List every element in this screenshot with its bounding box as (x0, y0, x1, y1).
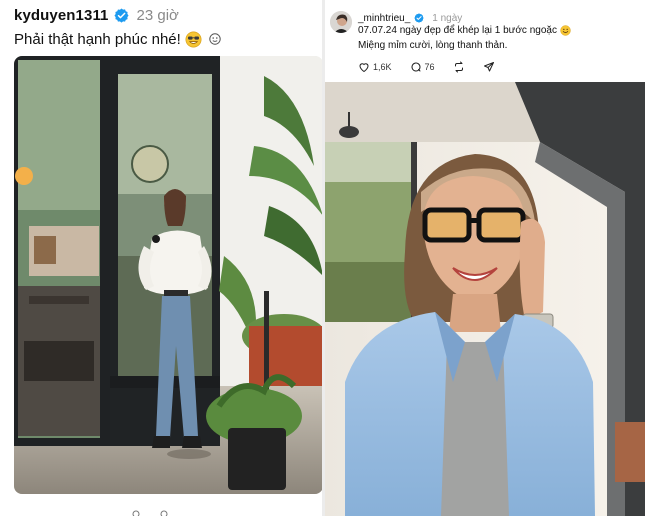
left-post-photo[interactable] (14, 56, 323, 494)
right-post-text-line1: 07.07.24 ngày đẹp để khép lại 1 bước ngo… (358, 25, 571, 36)
avatar-image (330, 11, 352, 33)
repost-button[interactable] (453, 61, 465, 73)
left-post-header: kyduyen1311 23 giờ (14, 4, 179, 26)
right-post-photo[interactable] (325, 82, 645, 516)
right-post-header: _minhtrieu_ 1 ngày (358, 10, 462, 26)
small-face-emoji-icon (209, 33, 221, 45)
comment-icon (411, 62, 421, 72)
right-post-text-line2: Miệng mỉm cười, lòng thanh thản. (358, 40, 508, 51)
heart-icon (359, 63, 369, 73)
right-post-time: 1 ngày (432, 12, 463, 24)
right-post: _minhtrieu_ 1 ngày 07.07.24 ngày đẹp để … (325, 0, 645, 516)
comment-count: 76 (424, 62, 435, 72)
share-button[interactable] (483, 61, 495, 73)
verified-badge-icon (414, 13, 424, 23)
left-post-username[interactable]: kyduyen1311 (14, 7, 109, 24)
comment-button[interactable]: 76 (410, 61, 435, 73)
smiling-emoji-icon (560, 25, 571, 36)
right-post-text-line1-content: 07.07.24 ngày đẹp để khép lại 1 bước ngo… (358, 25, 557, 36)
left-post: kyduyen1311 23 giờ Phải thật hạnh phúc n… (0, 0, 328, 516)
left-post-footer-icons (132, 510, 168, 516)
right-post-username[interactable]: _minhtrieu_ (358, 13, 410, 24)
repost-icon (454, 61, 463, 73)
right-post-actions: 1,6K 76 (358, 60, 513, 74)
verified-badge-icon (113, 7, 129, 23)
avatar[interactable] (330, 11, 352, 33)
like-button[interactable]: 1,6K (358, 61, 392, 73)
share-icon (483, 62, 494, 72)
woman-with-glasses-selfie-photo (325, 82, 645, 516)
like-count: 1,6K (373, 62, 392, 72)
woman-standing-at-cafe-doorway-photo (14, 56, 323, 494)
left-post-time: 23 giờ (136, 6, 179, 24)
left-post-caption-text: Phải thật hạnh phúc nhé! (14, 30, 181, 48)
smiling-sunglasses-emoji-icon (185, 31, 202, 47)
left-post-caption: Phải thật hạnh phúc nhé! (14, 29, 221, 49)
